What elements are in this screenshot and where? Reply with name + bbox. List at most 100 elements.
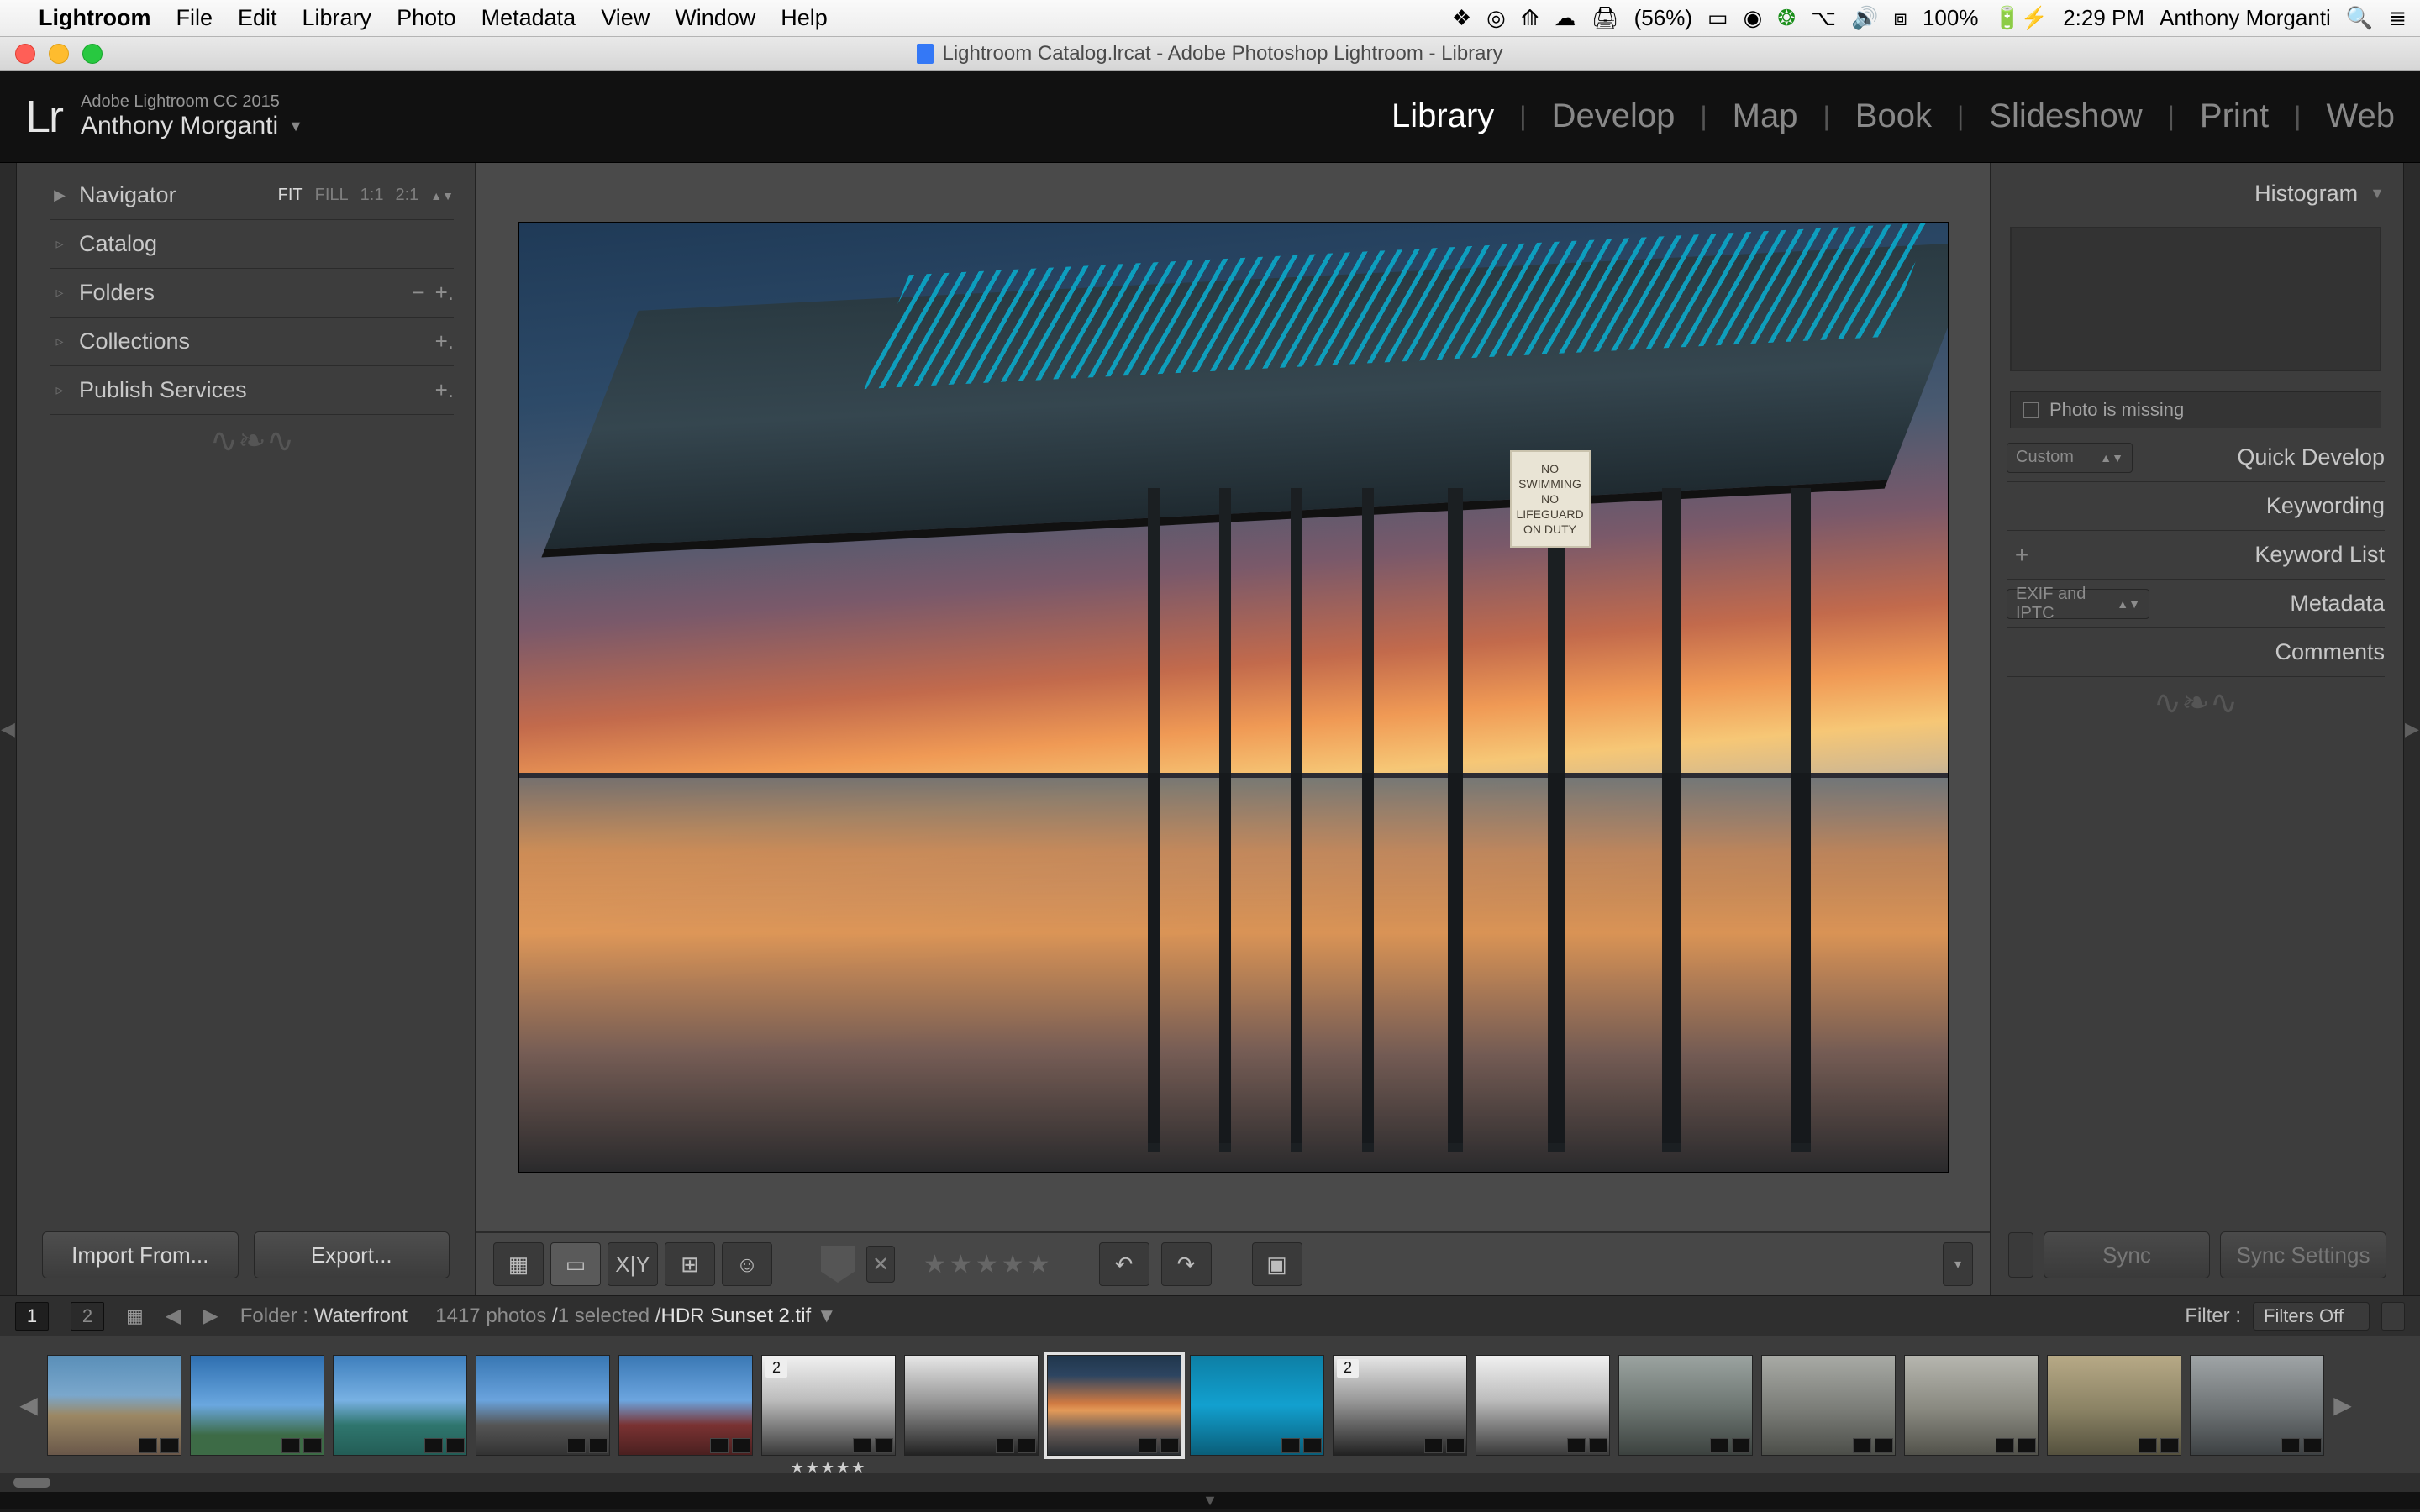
quick-develop-panel-header[interactable]: Custom▲▼ Quick Develop [2007, 433, 2385, 482]
filmstrip-thumb[interactable] [2190, 1355, 2324, 1456]
menu-window[interactable]: Window [675, 5, 755, 31]
zoom-window-button[interactable] [82, 44, 103, 64]
filmstrip-thumb[interactable] [47, 1355, 182, 1456]
menu-metadata[interactable]: Metadata [481, 5, 576, 31]
module-develop[interactable]: Develop [1552, 97, 1676, 135]
catalog-panel-header[interactable]: Catalog [50, 220, 454, 269]
menu-help[interactable]: Help [781, 5, 828, 31]
filmstrip-thumb[interactable] [904, 1355, 1039, 1456]
module-library[interactable]: Library [1392, 97, 1494, 135]
plus-icon[interactable]: +. [435, 328, 454, 354]
loupe-image[interactable]: NO SWIMMINGNO LIFEGUARDON DUTY [519, 223, 1948, 1172]
filmstrip-scroll-right-icon[interactable]: ▶ [2333, 1391, 2353, 1419]
filmstrip-thumb[interactable] [476, 1355, 610, 1456]
status-icon[interactable]: ⟰ [1521, 5, 1539, 31]
auto-sync-toggle[interactable] [2008, 1232, 2033, 1278]
folders-panel-header[interactable]: Folders −+. [50, 269, 454, 318]
rotate-cw-button[interactable]: ↷ [1161, 1242, 1212, 1286]
module-web[interactable]: Web [2326, 97, 2395, 135]
filmstrip-thumb[interactable] [333, 1355, 467, 1456]
grid-view-button[interactable]: ▦ [493, 1242, 544, 1286]
disclosure-triangle-icon[interactable] [50, 381, 69, 399]
status-icon-3[interactable]: ❂ [1777, 5, 1796, 31]
minimize-window-button[interactable] [49, 44, 69, 64]
plus-icon[interactable]: +. [435, 280, 454, 306]
metadata-preset-dropdown[interactable]: EXIF and IPTC▲▼ [2007, 589, 2149, 619]
second-window-button[interactable]: 2 [71, 1302, 104, 1331]
flag-pick-icon[interactable] [821, 1246, 855, 1283]
cloud-icon[interactable]: ☁ [1555, 5, 1576, 31]
filter-dropdown[interactable]: Filters Off [2253, 1302, 2370, 1331]
user-menu[interactable]: Anthony Morganti [2160, 5, 2331, 31]
nav-back-icon[interactable]: ◀ [166, 1304, 181, 1328]
collections-panel-header[interactable]: Collections +. [50, 318, 454, 366]
import-button[interactable]: Import From... [42, 1231, 239, 1278]
filter-lock-icon[interactable] [2381, 1302, 2405, 1331]
right-panel-collapse-handle[interactable]: ▶ [2403, 163, 2420, 1295]
source-breadcrumb[interactable]: Folder : Waterfront 1417 photos /1 selec… [240, 1305, 837, 1328]
filmstrip-thumb[interactable] [2047, 1355, 2181, 1456]
wifi-icon[interactable]: ⧈ [1893, 5, 1907, 32]
menu-library[interactable]: Library [302, 5, 372, 31]
filmstrip-collapse-handle[interactable]: ▼ [0, 1492, 2420, 1509]
zoom-stepper-icon[interactable]: ▲▼ [430, 189, 454, 202]
module-slideshow[interactable]: Slideshow [1989, 97, 2142, 135]
menu-edit[interactable]: Edit [238, 5, 277, 31]
navigator-panel-header[interactable]: Navigator FIT FILL 1:1 2:1 ▲▼ [50, 171, 454, 220]
module-book[interactable]: Book [1855, 97, 1932, 135]
toolbar-options-chevron-icon[interactable]: ▾ [1943, 1242, 1973, 1286]
quick-develop-preset-dropdown[interactable]: Custom▲▼ [2007, 443, 2133, 473]
filmstrip-scroll-left-icon[interactable]: ◀ [18, 1391, 39, 1419]
plus-icon[interactable]: + [2007, 542, 2037, 569]
filmstrip-thumb[interactable]: 2★★★★★ [761, 1355, 896, 1456]
compare-view-button[interactable]: X|Y [608, 1242, 658, 1286]
filmstrip-thumb[interactable] [1904, 1355, 2039, 1456]
filmstrip-scrollbar[interactable] [0, 1473, 2420, 1492]
keyword-list-panel-header[interactable]: + Keyword List [2007, 531, 2385, 580]
menu-photo[interactable]: Photo [397, 5, 456, 31]
rotate-ccw-button[interactable]: ↶ [1099, 1242, 1150, 1286]
loupe-view-button[interactable]: ▭ [550, 1242, 601, 1286]
publish-services-panel-header[interactable]: Publish Services +. [50, 366, 454, 415]
zoom-1to1[interactable]: 1:1 [360, 186, 384, 205]
sync-button[interactable]: Sync [2044, 1231, 2210, 1278]
airplay-icon[interactable]: ⌥ [1811, 5, 1836, 31]
volume-icon[interactable]: 🔊 [1851, 5, 1878, 31]
zoom-fit[interactable]: FIT [278, 186, 303, 205]
disclosure-triangle-icon[interactable] [50, 284, 69, 302]
status-icon-2[interactable]: ◉ [1744, 5, 1763, 31]
minus-icon[interactable]: − [412, 280, 424, 306]
battery-menu-pct[interactable]: (56%) [1634, 5, 1692, 31]
identity-dropdown-icon[interactable]: ▼ [288, 118, 303, 135]
menu-view[interactable]: View [601, 5, 650, 31]
spotlight-icon[interactable]: 🔍 [2346, 5, 2373, 31]
flag-reject-icon[interactable]: ✕ [866, 1246, 895, 1283]
menu-app-name[interactable]: Lightroom [39, 5, 150, 31]
metadata-panel-header[interactable]: EXIF and IPTC▲▼ Metadata [2007, 580, 2385, 628]
zoom-2to1[interactable]: 2:1 [395, 186, 418, 205]
notification-center-icon[interactable]: ≣ [2388, 5, 2407, 31]
filmstrip-thumb[interactable] [1476, 1355, 1610, 1456]
identity-plate[interactable]: Lr Adobe Lightroom CC 2015 Anthony Morga… [25, 91, 303, 143]
disclosure-triangle-icon[interactable] [50, 333, 69, 350]
disclosure-triangle-icon[interactable] [2370, 185, 2385, 202]
keywording-panel-header[interactable]: Keywording [2007, 482, 2385, 531]
battery-charging-icon[interactable]: 🔋⚡ [1993, 5, 2048, 31]
dropbox-icon[interactable]: ❖ [1452, 5, 1471, 31]
comments-panel-header[interactable]: Comments [2007, 628, 2385, 677]
people-view-button[interactable]: ☺ [722, 1242, 772, 1286]
creative-cloud-icon[interactable]: ◎ [1486, 5, 1506, 31]
zoom-fill[interactable]: FILL [315, 186, 349, 205]
histogram-panel-header[interactable]: Histogram [2007, 170, 2385, 218]
export-button[interactable]: Export... [254, 1231, 450, 1278]
filmstrip-thumb[interactable] [1761, 1355, 1896, 1456]
displays-icon[interactable]: ▭ [1707, 5, 1728, 31]
main-window-indicator[interactable]: 1 [15, 1302, 49, 1331]
plus-icon[interactable]: +. [435, 377, 454, 403]
filmstrip-thumb[interactable] [1618, 1355, 1753, 1456]
disclosure-triangle-icon[interactable] [50, 186, 69, 204]
sync-settings-button[interactable]: Sync Settings [2220, 1231, 2386, 1278]
filmstrip-thumb[interactable]: 2 [1333, 1355, 1467, 1456]
survey-view-button[interactable]: ⊞ [665, 1242, 715, 1286]
clock[interactable]: 2:29 PM [2063, 5, 2144, 31]
